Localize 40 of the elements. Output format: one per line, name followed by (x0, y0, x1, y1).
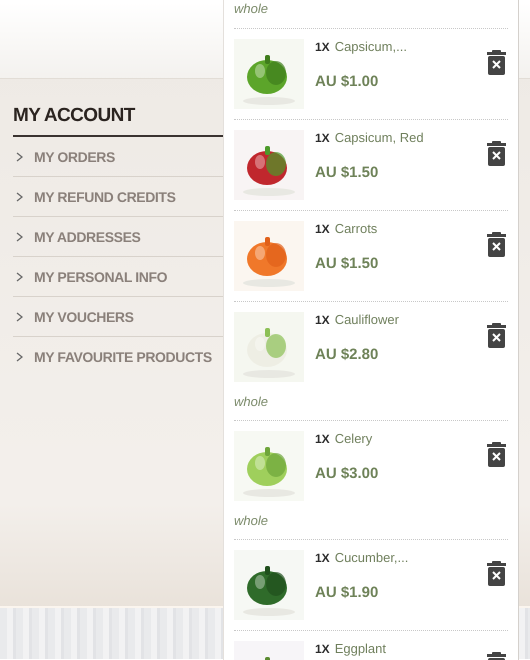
quantity: 1X (315, 551, 330, 565)
quantity: 1X (315, 432, 330, 446)
product-link[interactable]: Carrots (334, 221, 378, 236)
item-note: whole (234, 512, 269, 530)
quantity: 1X (315, 222, 330, 236)
item-note: whole (234, 0, 269, 18)
product-link[interactable]: Eggplant (334, 641, 386, 656)
sidebar-item[interactable]: MY FAVOURITE PRODUCTS (34, 348, 212, 364)
item-note: whole (234, 393, 269, 411)
product-link[interactable]: Cucumber,... (334, 550, 408, 565)
chevron-icon (16, 352, 23, 362)
delete-icon[interactable] (487, 232, 506, 257)
chevron-icon (16, 272, 23, 282)
price: AU $3.00 (315, 465, 380, 482)
delete-icon[interactable] (487, 141, 506, 166)
product-link[interactable]: Cauliflower (334, 312, 399, 327)
delete-icon[interactable] (487, 442, 506, 467)
sidebar-item[interactable]: MY ORDERS (34, 148, 115, 164)
price: AU $1.50 (315, 255, 380, 272)
product-link[interactable]: Capsicum,... (334, 39, 407, 54)
price: AU $1.90 (315, 584, 380, 601)
sidebar-item[interactable]: MY VOUCHERS (34, 308, 134, 324)
quantity: 1X (315, 642, 330, 656)
price: AU $1.50 (315, 164, 380, 181)
price: AU $2.80 (315, 346, 380, 363)
sidebar-item[interactable]: MY ADDRESSES (34, 228, 140, 244)
delete-icon[interactable] (487, 50, 506, 75)
product-link[interactable]: Capsicum, Red (334, 130, 424, 145)
delete-icon[interactable] (487, 323, 506, 348)
chevron-icon (16, 152, 23, 162)
sidebar-item[interactable]: MY REFUND CREDITS (34, 188, 176, 204)
chevron-icon (16, 192, 23, 202)
product-link[interactable]: Celery (334, 431, 372, 446)
price: AU $1.00 (315, 73, 380, 90)
chevron-icon (16, 312, 23, 322)
sidebar-item[interactable]: MY PERSONAL INFO (34, 268, 168, 284)
quantity: 1X (315, 40, 330, 54)
delete-icon[interactable] (487, 561, 506, 586)
quantity: 1X (315, 313, 330, 327)
chevron-icon (16, 232, 23, 242)
